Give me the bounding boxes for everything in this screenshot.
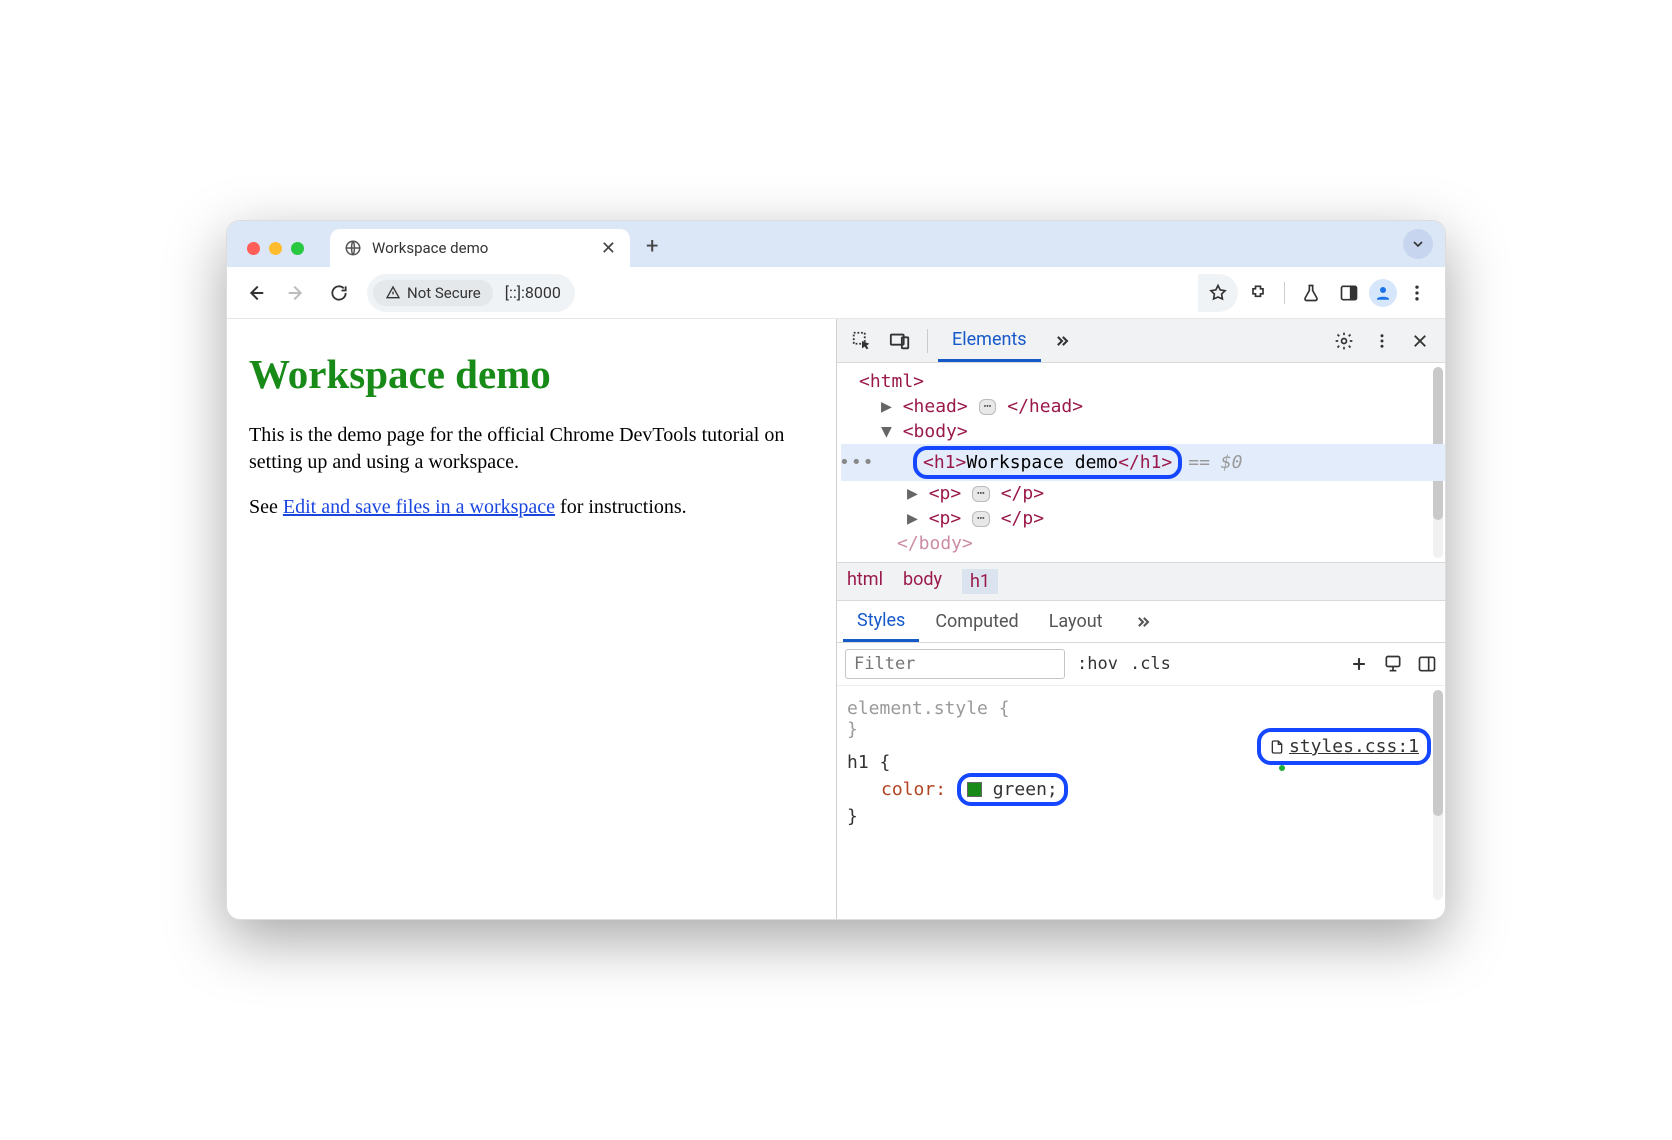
breadcrumb-html[interactable]: html	[847, 569, 883, 594]
more-subtabs-icon[interactable]	[1119, 601, 1167, 642]
inspect-element-icon[interactable]	[845, 324, 879, 358]
reload-button[interactable]	[321, 275, 357, 311]
dom-node-body[interactable]: ▼ <body>	[841, 419, 1445, 444]
highlight-ring: <h1>Workspace demo</h1>	[913, 446, 1182, 479]
browser-window: Workspace demo ✕ + Not Secure [::]:8000	[226, 220, 1446, 920]
security-label: Not Secure	[407, 284, 481, 302]
dom-node-p-2[interactable]: ▶ <p> ⋯ </p>	[841, 506, 1445, 531]
dom-node-body-close[interactable]: </body>	[841, 531, 1445, 556]
dom-breadcrumb: html body h1	[837, 562, 1445, 601]
dom-node-head[interactable]: ▶ <head> ⋯ </head>	[841, 394, 1445, 419]
profile-avatar[interactable]	[1369, 279, 1397, 307]
window-close-button[interactable]	[247, 242, 260, 255]
toolbar-actions	[1198, 274, 1435, 312]
page-heading: Workspace demo	[249, 347, 814, 402]
dom-node-html[interactable]: <html>	[841, 369, 1445, 394]
file-icon	[1269, 739, 1285, 755]
page-paragraph-1: This is the demo page for the official C…	[249, 422, 814, 476]
source-link-text: styles.css:1	[1289, 736, 1419, 757]
cls-toggle[interactable]: .cls	[1130, 654, 1171, 674]
tab-strip: Workspace demo ✕ +	[227, 221, 1445, 267]
subtab-layout[interactable]: Layout	[1035, 601, 1117, 642]
p2-prefix: See	[249, 496, 283, 518]
tab-title: Workspace demo	[372, 239, 488, 257]
hov-toggle[interactable]: :hov	[1077, 654, 1118, 674]
ellipsis-icon[interactable]: ⋯	[979, 399, 997, 415]
labs-button[interactable]	[1293, 275, 1329, 311]
dom-node-p-1[interactable]: ▶ <p> ⋯ </p>	[841, 481, 1445, 506]
rendered-page: Workspace demo This is the demo page for…	[227, 319, 836, 919]
subtab-computed[interactable]: Computed	[921, 601, 1032, 642]
url-text: [::]:8000	[497, 283, 569, 302]
workspace-tutorial-link[interactable]: Edit and save files in a workspace	[283, 496, 555, 518]
computed-sidebar-icon[interactable]	[1417, 654, 1437, 674]
devtools-settings-icon[interactable]	[1327, 324, 1361, 358]
devtools-header: Elements	[837, 319, 1445, 363]
tab-close-icon[interactable]: ✕	[601, 238, 616, 259]
device-toggle-icon[interactable]	[883, 324, 917, 358]
tab-overflow-button[interactable]	[1403, 229, 1433, 259]
dom-node-h1-selected[interactable]: ••• <h1>Workspace demo</h1> == $0	[841, 444, 1445, 481]
separator	[1284, 282, 1285, 304]
breadcrumb-h1[interactable]: h1	[962, 569, 998, 594]
content-area: Workspace demo This is the demo page for…	[227, 319, 1445, 919]
new-tab-button[interactable]: +	[630, 234, 674, 267]
rule-source-link[interactable]: styles.css:1	[1257, 728, 1431, 765]
dom-node-dots-icon[interactable]: •••	[839, 452, 875, 473]
dom-tree[interactable]: <html> ▶ <head> ⋯ </head> ▼ <body> •••	[837, 363, 1445, 562]
window-minimize-button[interactable]	[269, 242, 282, 255]
highlight-ring: green;	[957, 773, 1068, 806]
security-chip[interactable]: Not Secure	[373, 280, 493, 306]
extensions-button[interactable]	[1240, 275, 1276, 311]
side-panel-button[interactable]	[1331, 275, 1367, 311]
scrollbar[interactable]	[1433, 690, 1443, 900]
page-paragraph-2: See Edit and save files in a workspace f…	[249, 494, 814, 521]
devtools-close-icon[interactable]	[1403, 324, 1437, 358]
styles-filter-input[interactable]	[845, 649, 1065, 679]
ellipsis-icon[interactable]: ⋯	[972, 486, 990, 502]
p2-suffix: for instructions.	[555, 496, 687, 518]
window-controls	[239, 242, 312, 267]
address-bar[interactable]: Not Secure [::]:8000	[367, 274, 575, 312]
separator	[927, 329, 928, 353]
styles-subtabs: Styles Computed Layout	[837, 601, 1445, 643]
subtab-styles[interactable]: Styles	[843, 601, 919, 642]
forward-button[interactable]	[279, 275, 315, 311]
globe-icon	[344, 239, 362, 257]
browser-tab[interactable]: Workspace demo ✕	[330, 229, 630, 267]
styles-filter-row: :hov .cls	[837, 643, 1445, 686]
devtools-tab-elements[interactable]: Elements	[938, 319, 1041, 362]
browser-toolbar: Not Secure [::]:8000	[227, 267, 1445, 319]
chrome-menu-button[interactable]	[1399, 275, 1435, 311]
back-button[interactable]	[237, 275, 273, 311]
new-style-rule-icon[interactable]	[1349, 654, 1369, 674]
ellipsis-icon[interactable]: ⋯	[972, 511, 990, 527]
css-rules-pane[interactable]: element.style { } h1 { color: green; }	[837, 686, 1445, 919]
more-tabs-icon[interactable]	[1045, 324, 1079, 358]
devtools-panel: Elements <htm	[836, 319, 1445, 919]
window-maximize-button[interactable]	[291, 242, 304, 255]
color-swatch-icon[interactable]	[967, 782, 982, 797]
devtools-menu-icon[interactable]	[1365, 324, 1399, 358]
highlight-ring: styles.css:1	[1257, 728, 1431, 765]
print-media-icon[interactable]	[1383, 654, 1403, 674]
bookmark-button[interactable]	[1198, 274, 1238, 312]
breadcrumb-body[interactable]: body	[903, 569, 942, 594]
